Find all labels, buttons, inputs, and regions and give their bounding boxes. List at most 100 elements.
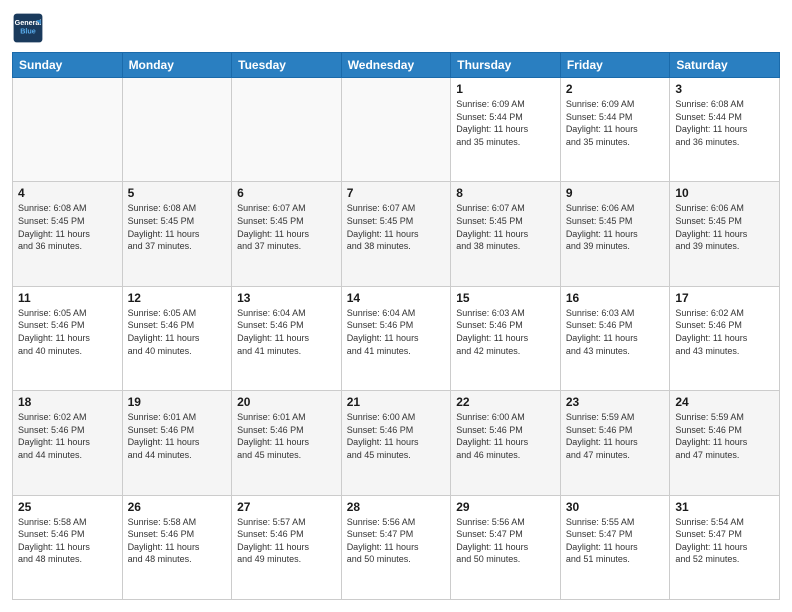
logo: General Blue (12, 12, 44, 44)
calendar-cell: 10 Sunrise: 6:06 AM Sunset: 5:45 PM Dayli… (670, 182, 780, 286)
day-info: Sunrise: 6:06 AM Sunset: 5:45 PM Dayligh… (566, 202, 665, 252)
calendar-cell (232, 78, 342, 182)
calendar-day-header: Tuesday (232, 53, 342, 78)
day-info: Sunrise: 5:58 AM Sunset: 5:46 PM Dayligh… (18, 516, 117, 566)
day-info: Sunrise: 6:07 AM Sunset: 5:45 PM Dayligh… (347, 202, 446, 252)
calendar-cell: 8 Sunrise: 6:07 AM Sunset: 5:45 PM Daylig… (451, 182, 561, 286)
calendar-cell: 21 Sunrise: 6:00 AM Sunset: 5:46 PM Dayli… (341, 391, 451, 495)
day-info: Sunrise: 5:59 AM Sunset: 5:46 PM Dayligh… (675, 411, 774, 461)
day-info: Sunrise: 6:09 AM Sunset: 5:44 PM Dayligh… (566, 98, 665, 148)
calendar-cell (122, 78, 232, 182)
day-info: Sunrise: 6:03 AM Sunset: 5:46 PM Dayligh… (566, 307, 665, 357)
calendar-cell: 24 Sunrise: 5:59 AM Sunset: 5:46 PM Dayli… (670, 391, 780, 495)
svg-text:Blue: Blue (20, 27, 36, 36)
calendar-cell: 9 Sunrise: 6:06 AM Sunset: 5:45 PM Daylig… (560, 182, 670, 286)
day-number: 17 (675, 291, 774, 305)
day-number: 12 (128, 291, 227, 305)
day-info: Sunrise: 6:06 AM Sunset: 5:45 PM Dayligh… (675, 202, 774, 252)
calendar-day-header: Friday (560, 53, 670, 78)
calendar-header-row: SundayMondayTuesdayWednesdayThursdayFrid… (13, 53, 780, 78)
day-number: 18 (18, 395, 117, 409)
day-number: 20 (237, 395, 336, 409)
calendar-week-row: 1 Sunrise: 6:09 AM Sunset: 5:44 PM Daylig… (13, 78, 780, 182)
calendar-cell: 30 Sunrise: 5:55 AM Sunset: 5:47 PM Dayli… (560, 495, 670, 599)
day-number: 15 (456, 291, 555, 305)
day-info: Sunrise: 6:05 AM Sunset: 5:46 PM Dayligh… (18, 307, 117, 357)
calendar-cell: 11 Sunrise: 6:05 AM Sunset: 5:46 PM Dayli… (13, 286, 123, 390)
day-number: 21 (347, 395, 446, 409)
day-number: 3 (675, 82, 774, 96)
calendar-day-header: Wednesday (341, 53, 451, 78)
day-number: 24 (675, 395, 774, 409)
day-info: Sunrise: 6:04 AM Sunset: 5:46 PM Dayligh… (237, 307, 336, 357)
day-number: 25 (18, 500, 117, 514)
calendar-cell: 28 Sunrise: 5:56 AM Sunset: 5:47 PM Dayli… (341, 495, 451, 599)
calendar-cell: 27 Sunrise: 5:57 AM Sunset: 5:46 PM Dayli… (232, 495, 342, 599)
calendar-cell: 31Sunrise: 5:54 AM Sunset: 5:47 PM Dayli… (670, 495, 780, 599)
day-number: 7 (347, 186, 446, 200)
day-info: Sunrise: 6:01 AM Sunset: 5:46 PM Dayligh… (237, 411, 336, 461)
day-info: Sunrise: 6:00 AM Sunset: 5:46 PM Dayligh… (347, 411, 446, 461)
calendar-cell: 26 Sunrise: 5:58 AM Sunset: 5:46 PM Dayli… (122, 495, 232, 599)
day-number: 29 (456, 500, 555, 514)
calendar-cell (13, 78, 123, 182)
day-info: Sunrise: 5:55 AM Sunset: 5:47 PM Dayligh… (566, 516, 665, 566)
calendar-cell: 12 Sunrise: 6:05 AM Sunset: 5:46 PM Dayli… (122, 286, 232, 390)
day-number: 2 (566, 82, 665, 96)
calendar-cell: 1 Sunrise: 6:09 AM Sunset: 5:44 PM Daylig… (451, 78, 561, 182)
day-info: Sunrise: 6:08 AM Sunset: 5:45 PM Dayligh… (128, 202, 227, 252)
calendar-cell: 5Sunrise: 6:08 AM Sunset: 5:45 PM Daylig… (122, 182, 232, 286)
calendar-day-header: Sunday (13, 53, 123, 78)
calendar-cell (341, 78, 451, 182)
day-info: Sunrise: 6:04 AM Sunset: 5:46 PM Dayligh… (347, 307, 446, 357)
day-info: Sunrise: 5:59 AM Sunset: 5:46 PM Dayligh… (566, 411, 665, 461)
calendar-cell: 2 Sunrise: 6:09 AM Sunset: 5:44 PM Daylig… (560, 78, 670, 182)
calendar-cell: 25 Sunrise: 5:58 AM Sunset: 5:46 PM Dayli… (13, 495, 123, 599)
calendar-cell: 7 Sunrise: 6:07 AM Sunset: 5:45 PM Daylig… (341, 182, 451, 286)
day-info: Sunrise: 6:03 AM Sunset: 5:46 PM Dayligh… (456, 307, 555, 357)
day-number: 8 (456, 186, 555, 200)
day-info: Sunrise: 6:05 AM Sunset: 5:46 PM Dayligh… (128, 307, 227, 357)
calendar-cell: 19Sunrise: 6:01 AM Sunset: 5:46 PM Dayli… (122, 391, 232, 495)
day-number: 10 (675, 186, 774, 200)
calendar-cell: 15 Sunrise: 6:03 AM Sunset: 5:46 PM Dayli… (451, 286, 561, 390)
day-number: 13 (237, 291, 336, 305)
calendar-day-header: Monday (122, 53, 232, 78)
calendar-cell: 4Sunrise: 6:08 AM Sunset: 5:45 PM Daylig… (13, 182, 123, 286)
calendar-cell: 20 Sunrise: 6:01 AM Sunset: 5:46 PM Dayli… (232, 391, 342, 495)
calendar-cell: 14 Sunrise: 6:04 AM Sunset: 5:46 PM Dayli… (341, 286, 451, 390)
calendar-cell: 6Sunrise: 6:07 AM Sunset: 5:45 PM Daylig… (232, 182, 342, 286)
day-info: Sunrise: 6:01 AM Sunset: 5:46 PM Dayligh… (128, 411, 227, 461)
day-info: Sunrise: 5:58 AM Sunset: 5:46 PM Dayligh… (128, 516, 227, 566)
day-number: 28 (347, 500, 446, 514)
day-info: Sunrise: 5:56 AM Sunset: 5:47 PM Dayligh… (347, 516, 446, 566)
page: General Blue SundayMondayTuesdayWednesda… (0, 0, 792, 612)
svg-text:General: General (15, 18, 42, 27)
calendar-table: SundayMondayTuesdayWednesdayThursdayFrid… (12, 52, 780, 600)
day-number: 11 (18, 291, 117, 305)
calendar-cell: 29 Sunrise: 5:56 AM Sunset: 5:47 PM Dayli… (451, 495, 561, 599)
day-info: Sunrise: 6:07 AM Sunset: 5:45 PM Dayligh… (456, 202, 555, 252)
day-info: Sunrise: 5:54 AM Sunset: 5:47 PM Dayligh… (675, 516, 774, 566)
day-number: 9 (566, 186, 665, 200)
day-info: Sunrise: 5:56 AM Sunset: 5:47 PM Dayligh… (456, 516, 555, 566)
calendar-cell: 17Sunrise: 6:02 AM Sunset: 5:46 PM Dayli… (670, 286, 780, 390)
day-info: Sunrise: 6:02 AM Sunset: 5:46 PM Dayligh… (18, 411, 117, 461)
day-info: Sunrise: 6:09 AM Sunset: 5:44 PM Dayligh… (456, 98, 555, 148)
day-number: 14 (347, 291, 446, 305)
day-info: Sunrise: 6:00 AM Sunset: 5:46 PM Dayligh… (456, 411, 555, 461)
day-number: 30 (566, 500, 665, 514)
calendar-week-row: 4Sunrise: 6:08 AM Sunset: 5:45 PM Daylig… (13, 182, 780, 286)
calendar-cell: 18 Sunrise: 6:02 AM Sunset: 5:46 PM Dayli… (13, 391, 123, 495)
calendar-cell: 16Sunrise: 6:03 AM Sunset: 5:46 PM Dayli… (560, 286, 670, 390)
calendar-week-row: 25 Sunrise: 5:58 AM Sunset: 5:46 PM Dayli… (13, 495, 780, 599)
calendar-cell: 3Sunrise: 6:08 AM Sunset: 5:44 PM Daylig… (670, 78, 780, 182)
calendar-cell: 23 Sunrise: 5:59 AM Sunset: 5:46 PM Dayli… (560, 391, 670, 495)
day-number: 23 (566, 395, 665, 409)
calendar-day-header: Thursday (451, 53, 561, 78)
logo-icon: General Blue (12, 12, 44, 44)
day-number: 27 (237, 500, 336, 514)
day-info: Sunrise: 5:57 AM Sunset: 5:46 PM Dayligh… (237, 516, 336, 566)
day-number: 26 (128, 500, 227, 514)
day-number: 1 (456, 82, 555, 96)
